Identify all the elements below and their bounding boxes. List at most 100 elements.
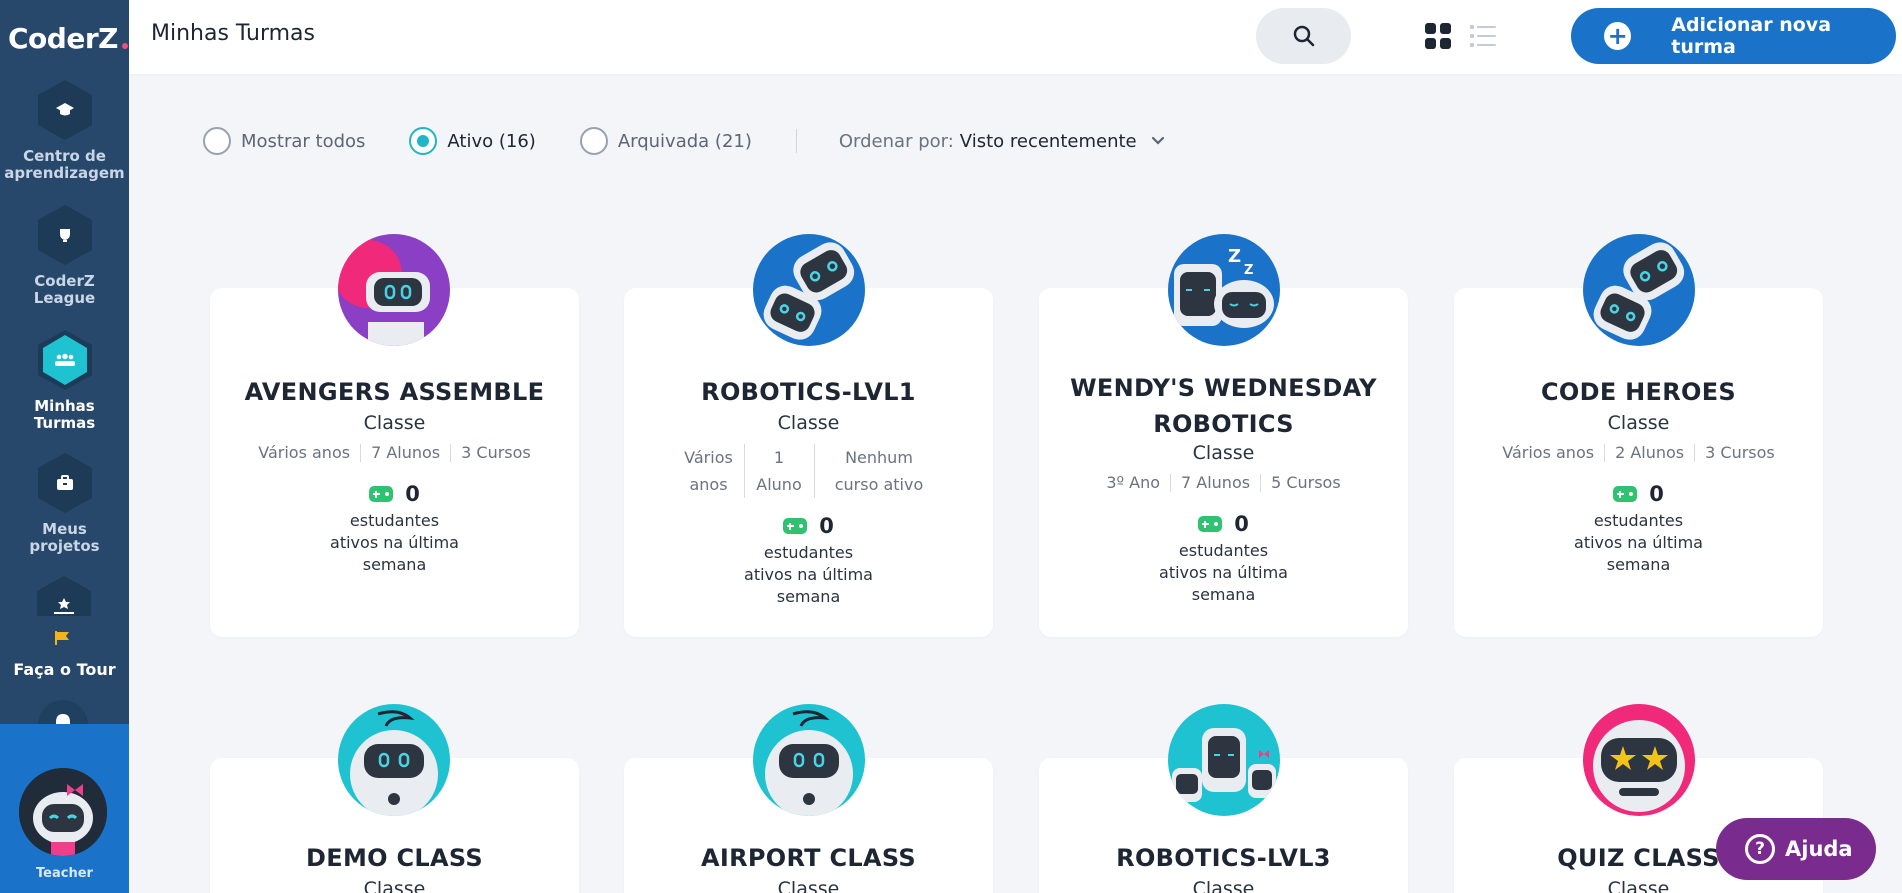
class-type: Classe xyxy=(1192,878,1255,893)
partial-nav-icon xyxy=(37,576,91,616)
class-avatar xyxy=(1168,704,1280,816)
radio-icon xyxy=(203,127,231,155)
user-role-label: Teacher xyxy=(36,866,93,881)
avatar[interactable] xyxy=(19,768,107,856)
filter-active[interactable]: Ativo (16) xyxy=(409,127,536,155)
class-avatar xyxy=(338,704,450,816)
class-grade: 3º Ano xyxy=(1106,473,1160,492)
search-button[interactable] xyxy=(1256,8,1351,64)
sidebar: CoderZ Centro de aprendizagem CoderZ Lea… xyxy=(0,0,129,893)
gamepad-icon xyxy=(1198,516,1223,532)
sidebar-item-my-classes[interactable]: Minhas Turmas xyxy=(0,330,129,432)
chevron-down-icon xyxy=(1151,136,1164,145)
class-type: Classe xyxy=(1192,442,1255,464)
sidebar-item-label: CoderZ xyxy=(34,272,95,290)
class-type: Classe xyxy=(777,412,840,434)
sidebar-item-league[interactable]: CoderZ League xyxy=(0,205,129,307)
radio-icon xyxy=(579,127,608,155)
class-avatar xyxy=(338,234,450,346)
coderz-logo[interactable]: CoderZ xyxy=(8,22,128,55)
active-students-count: 0 xyxy=(210,482,579,506)
question-icon: ? xyxy=(1745,834,1775,864)
sidebar-item-label: Meus xyxy=(42,520,87,538)
plus-icon: + xyxy=(1604,22,1632,50)
active-students-text: estudantes ativos na última semana xyxy=(1159,541,1288,604)
filter-show-all[interactable]: Mostrar todos xyxy=(203,127,365,155)
class-avatar xyxy=(753,704,865,816)
sidebar-item-label: projetos xyxy=(29,537,100,555)
class-name: AVENGERS ASSEMBLE xyxy=(244,378,545,406)
help-label: Ajuda xyxy=(1785,837,1853,861)
gamepad-icon xyxy=(369,486,394,502)
class-students: 7 Alunos xyxy=(360,444,450,462)
sort-dropdown[interactable]: Ordenar por: Visto recentemente xyxy=(839,131,1165,152)
class-avatar: ZZ xyxy=(1168,234,1280,346)
class-name: ROBOTICS-LVL3 xyxy=(1116,844,1331,872)
filter-bar: Mostrar todos Ativo (16) Arquivada (21) … xyxy=(203,124,1165,158)
sort-value: Visto recentemente xyxy=(959,130,1137,152)
class-type: Classe xyxy=(363,878,426,893)
class-type: Classe xyxy=(363,412,426,434)
group-icon xyxy=(37,330,92,390)
list-view-icon[interactable] xyxy=(1470,23,1496,49)
tour-link[interactable]: Faça o Tour xyxy=(0,660,129,679)
active-students-count: 0 xyxy=(1454,482,1823,506)
active-students-text: estudantes ativos na última semana xyxy=(1574,511,1703,574)
class-avatar xyxy=(1583,704,1695,816)
class-students: 1 Aluno xyxy=(743,444,814,498)
class-type: Classe xyxy=(777,878,840,893)
class-courses: 3 Cursos xyxy=(1694,444,1785,462)
sidebar-item-label: Turmas xyxy=(33,414,96,432)
class-meta: 3º Ano 7 Alunos 5 Cursos xyxy=(1039,474,1408,492)
class-name: AIRPORT CLASS xyxy=(701,844,916,872)
class-meta: Vários anos 7 Alunos 3 Cursos xyxy=(210,444,579,462)
sidebar-item-learning-center[interactable]: Centro de aprendizagem xyxy=(0,80,129,182)
class-courses: 5 Cursos xyxy=(1260,474,1351,492)
sort-label: Ordenar por: xyxy=(838,130,954,152)
class-grade: Vários anos xyxy=(258,443,351,462)
search-icon xyxy=(1293,25,1314,47)
filter-archived[interactable]: Arquivada (21) xyxy=(579,127,752,155)
class-meta: Vários anos 1 Aluno Nenhum curso ativo xyxy=(624,444,993,498)
class-name: DEMO CLASS xyxy=(306,844,483,872)
class-grade: Vários anos xyxy=(684,448,733,494)
sidebar-item-my-projects[interactable]: Meus projetos xyxy=(0,453,129,555)
class-avatar xyxy=(1583,234,1695,346)
sidebar-item-label: Minhas xyxy=(34,397,95,415)
help-button[interactable]: ? Ajuda xyxy=(1716,818,1876,880)
class-courses: 3 Cursos xyxy=(450,444,541,462)
class-name: ROBOTICS-LVL1 xyxy=(701,378,916,406)
svg-text:Z: Z xyxy=(1228,246,1241,267)
sidebar-item-label: League xyxy=(33,289,96,307)
class-name: CODE HEROES xyxy=(1540,378,1737,406)
filter-label: Ativo (16) xyxy=(447,130,536,152)
class-courses: Nenhum curso ativo xyxy=(813,444,944,498)
trophy-icon xyxy=(37,205,92,265)
gamepad-icon xyxy=(783,518,808,534)
add-class-button[interactable]: + Adicionar nova turma xyxy=(1571,8,1896,64)
class-avatar xyxy=(753,234,865,346)
sidebar-item-label: Centro de xyxy=(23,147,106,165)
class-grade: Vários anos xyxy=(1502,443,1595,462)
sidebar-item-label: aprendizagem xyxy=(4,164,125,182)
active-students-count: 0 xyxy=(1039,512,1408,536)
class-type: Classe xyxy=(1607,412,1670,434)
class-students: 7 Alunos xyxy=(1170,474,1260,492)
grid-view-icon[interactable] xyxy=(1425,23,1451,49)
class-students: 2 Alunos xyxy=(1604,444,1694,462)
radio-checked-icon xyxy=(409,127,438,155)
active-students-count: 0 xyxy=(624,514,993,538)
gamepad-icon xyxy=(1613,486,1638,502)
filter-label: Arquivada (21) xyxy=(617,130,752,152)
page-title: Minhas Turmas xyxy=(151,21,315,46)
svg-text:Z: Z xyxy=(1244,263,1253,278)
class-name: WENDY'S WEDNESDAY xyxy=(1070,374,1377,402)
briefcase-icon xyxy=(37,453,92,513)
class-name: ROBOTICS xyxy=(1153,410,1294,438)
filter-label: Mostrar todos xyxy=(241,130,366,152)
divider xyxy=(795,129,797,153)
class-type: Classe xyxy=(1607,878,1670,893)
active-students-text: estudantes ativos na última semana xyxy=(744,543,873,606)
flag-icon xyxy=(54,630,72,650)
graduation-cap-icon xyxy=(37,80,92,140)
